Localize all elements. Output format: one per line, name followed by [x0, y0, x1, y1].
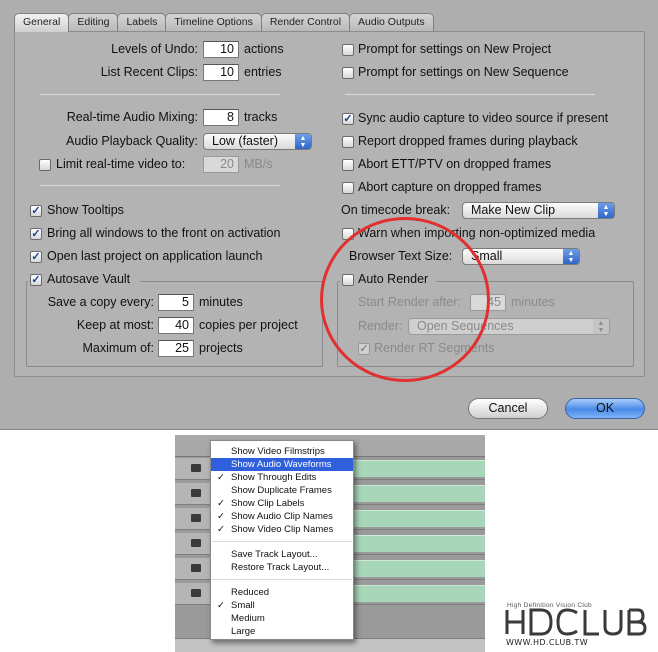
- separator: [345, 94, 595, 95]
- updown-arrows-icon: ▲ ▼: [598, 203, 614, 218]
- maximum-label: Maximum of:: [82, 341, 154, 355]
- menu-item[interactable]: ✓ Show Video Clip Names: [211, 523, 353, 536]
- tab-audio-outputs[interactable]: Audio Outputs: [349, 13, 434, 31]
- check-icon: ✓: [217, 472, 225, 483]
- audio-mixing-field[interactable]: 8: [203, 109, 239, 126]
- save-copy-unit: minutes: [199, 295, 243, 309]
- timecode-break-popup[interactable]: Make New Clip ▲ ▼: [462, 202, 615, 219]
- recent-clips-field[interactable]: 10: [203, 64, 239, 81]
- timeline-scrollbar[interactable]: [175, 638, 485, 652]
- lock-icon[interactable]: [191, 589, 201, 597]
- report-dropped-label: Report dropped frames during playback: [358, 134, 578, 148]
- check-icon: ✓: [217, 600, 225, 611]
- playback-quality-value: Low (faster): [212, 134, 278, 148]
- check-icon: ✓: [217, 524, 225, 535]
- tab-general[interactable]: General: [14, 13, 70, 32]
- recent-clips-unit: entries: [244, 65, 282, 79]
- limit-video-checkbox[interactable]: [39, 159, 51, 171]
- menu-item[interactable]: ✓ Show Audio Clip Names: [211, 510, 353, 523]
- recent-clips-label: List Recent Clips:: [100, 65, 198, 79]
- abort-ett-checkbox[interactable]: [342, 159, 354, 171]
- logo-url: WWW.HD.CLUB.TW: [506, 638, 589, 647]
- lock-icon[interactable]: [191, 564, 201, 572]
- menu-item[interactable]: Medium: [211, 612, 353, 625]
- menu-item[interactable]: Show Video Filmstrips: [211, 445, 353, 458]
- bring-windows-label: Bring all windows to the front on activa…: [47, 226, 281, 240]
- menu-item[interactable]: Show Audio Waveforms: [211, 458, 353, 471]
- updown-arrows-icon: ▲ ▼: [563, 249, 579, 264]
- menu-item[interactable]: ✓ Show Through Edits: [211, 471, 353, 484]
- menu-item[interactable]: ✓ Small: [211, 599, 353, 612]
- abort-capture-checkbox[interactable]: [342, 182, 354, 194]
- lock-icon[interactable]: [191, 464, 201, 472]
- tab-editing[interactable]: Editing: [68, 13, 119, 31]
- limit-video-unit: MB/s: [244, 157, 273, 171]
- levels-of-undo-unit: actions: [244, 42, 284, 56]
- keep-most-field[interactable]: 40: [158, 317, 194, 334]
- audio-mixing-unit: tracks: [244, 110, 278, 124]
- menu-separator: [212, 541, 352, 542]
- menu-item[interactable]: ✓ Show Clip Labels: [211, 497, 353, 510]
- maximum-field[interactable]: 25: [158, 340, 194, 357]
- maximum-unit: projects: [199, 341, 243, 355]
- menu-item[interactable]: Show Duplicate Frames: [211, 484, 353, 497]
- report-dropped-checkbox[interactable]: [342, 136, 354, 148]
- open-last-project-label: Open last project on application launch: [47, 249, 263, 263]
- menu-item[interactable]: Reduced: [211, 586, 353, 599]
- cancel-button[interactable]: Cancel: [468, 398, 548, 419]
- sync-audio-label: Sync audio capture to video source if pr…: [358, 111, 609, 125]
- autosave-checkbox[interactable]: ✓: [30, 274, 42, 286]
- timecode-break-value: Make New Clip: [471, 203, 556, 217]
- start-render-unit: minutes: [511, 295, 555, 309]
- updown-arrows-icon: ▲ ▼: [593, 319, 609, 334]
- lock-icon[interactable]: [191, 514, 201, 522]
- hdclub-logo: [505, 608, 647, 636]
- playback-quality-label: Audio Playback Quality:: [65, 134, 198, 148]
- bring-windows-checkbox[interactable]: ✓: [30, 228, 42, 240]
- save-copy-field[interactable]: 5: [158, 294, 194, 311]
- save-copy-label: Save a copy every:: [47, 295, 154, 309]
- restore-track-layout-item[interactable]: Restore Track Layout...: [211, 561, 353, 574]
- track-layout-menu: Show Video Filmstrips Show Audio Wavefor…: [210, 440, 354, 640]
- ok-button[interactable]: OK: [565, 398, 645, 419]
- preferences-dialog: General Editing Labels Timeline Options …: [0, 0, 658, 430]
- menu-separator: [212, 579, 352, 580]
- check-icon: ✓: [217, 511, 225, 522]
- timecode-break-label: On timecode break:: [341, 203, 451, 217]
- show-tooltips-checkbox[interactable]: ✓: [30, 205, 42, 217]
- sync-audio-checkbox[interactable]: ✓: [342, 113, 354, 125]
- separator: [40, 185, 280, 186]
- playback-quality-popup[interactable]: Low (faster) ▲ ▼: [203, 133, 312, 150]
- save-track-layout-item[interactable]: Save Track Layout...: [211, 548, 353, 561]
- limit-video-label: Limit real-time video to:: [56, 157, 186, 171]
- prompt-new-sequence-label: Prompt for settings on New Sequence: [358, 65, 569, 79]
- highlight-circle: [320, 217, 490, 382]
- separator: [40, 94, 280, 95]
- levels-of-undo-field[interactable]: 10: [203, 41, 239, 58]
- autosave-label: Autosave Vault: [47, 272, 131, 286]
- keep-most-unit: copies per project: [199, 318, 298, 332]
- open-last-project-checkbox[interactable]: ✓: [30, 251, 42, 263]
- tab-timeline-options[interactable]: Timeline Options: [165, 13, 262, 31]
- prompt-new-sequence-checkbox[interactable]: [342, 67, 354, 79]
- prompt-new-project-label: Prompt for settings on New Project: [358, 42, 552, 56]
- limit-video-field[interactable]: 20: [203, 156, 239, 173]
- prompt-new-project-checkbox[interactable]: [342, 44, 354, 56]
- menu-item[interactable]: Large: [211, 625, 353, 638]
- updown-arrows-icon: ▲ ▼: [295, 134, 311, 149]
- keep-most-label: Keep at most:: [76, 318, 154, 332]
- levels-of-undo-label: Levels of Undo:: [111, 42, 198, 56]
- tab-labels[interactable]: Labels: [117, 13, 167, 31]
- check-icon: ✓: [217, 498, 225, 509]
- tab-render-control[interactable]: Render Control: [260, 13, 351, 31]
- abort-ett-label: Abort ETT/PTV on dropped frames: [358, 157, 552, 171]
- show-tooltips-label: Show Tooltips: [47, 203, 124, 217]
- tab-bar: General Editing Labels Timeline Options …: [14, 13, 434, 32]
- lock-icon[interactable]: [191, 539, 201, 547]
- lock-icon[interactable]: [191, 489, 201, 497]
- abort-capture-label: Abort capture on dropped frames: [358, 180, 542, 194]
- audio-mixing-label: Real-time Audio Mixing:: [66, 110, 198, 124]
